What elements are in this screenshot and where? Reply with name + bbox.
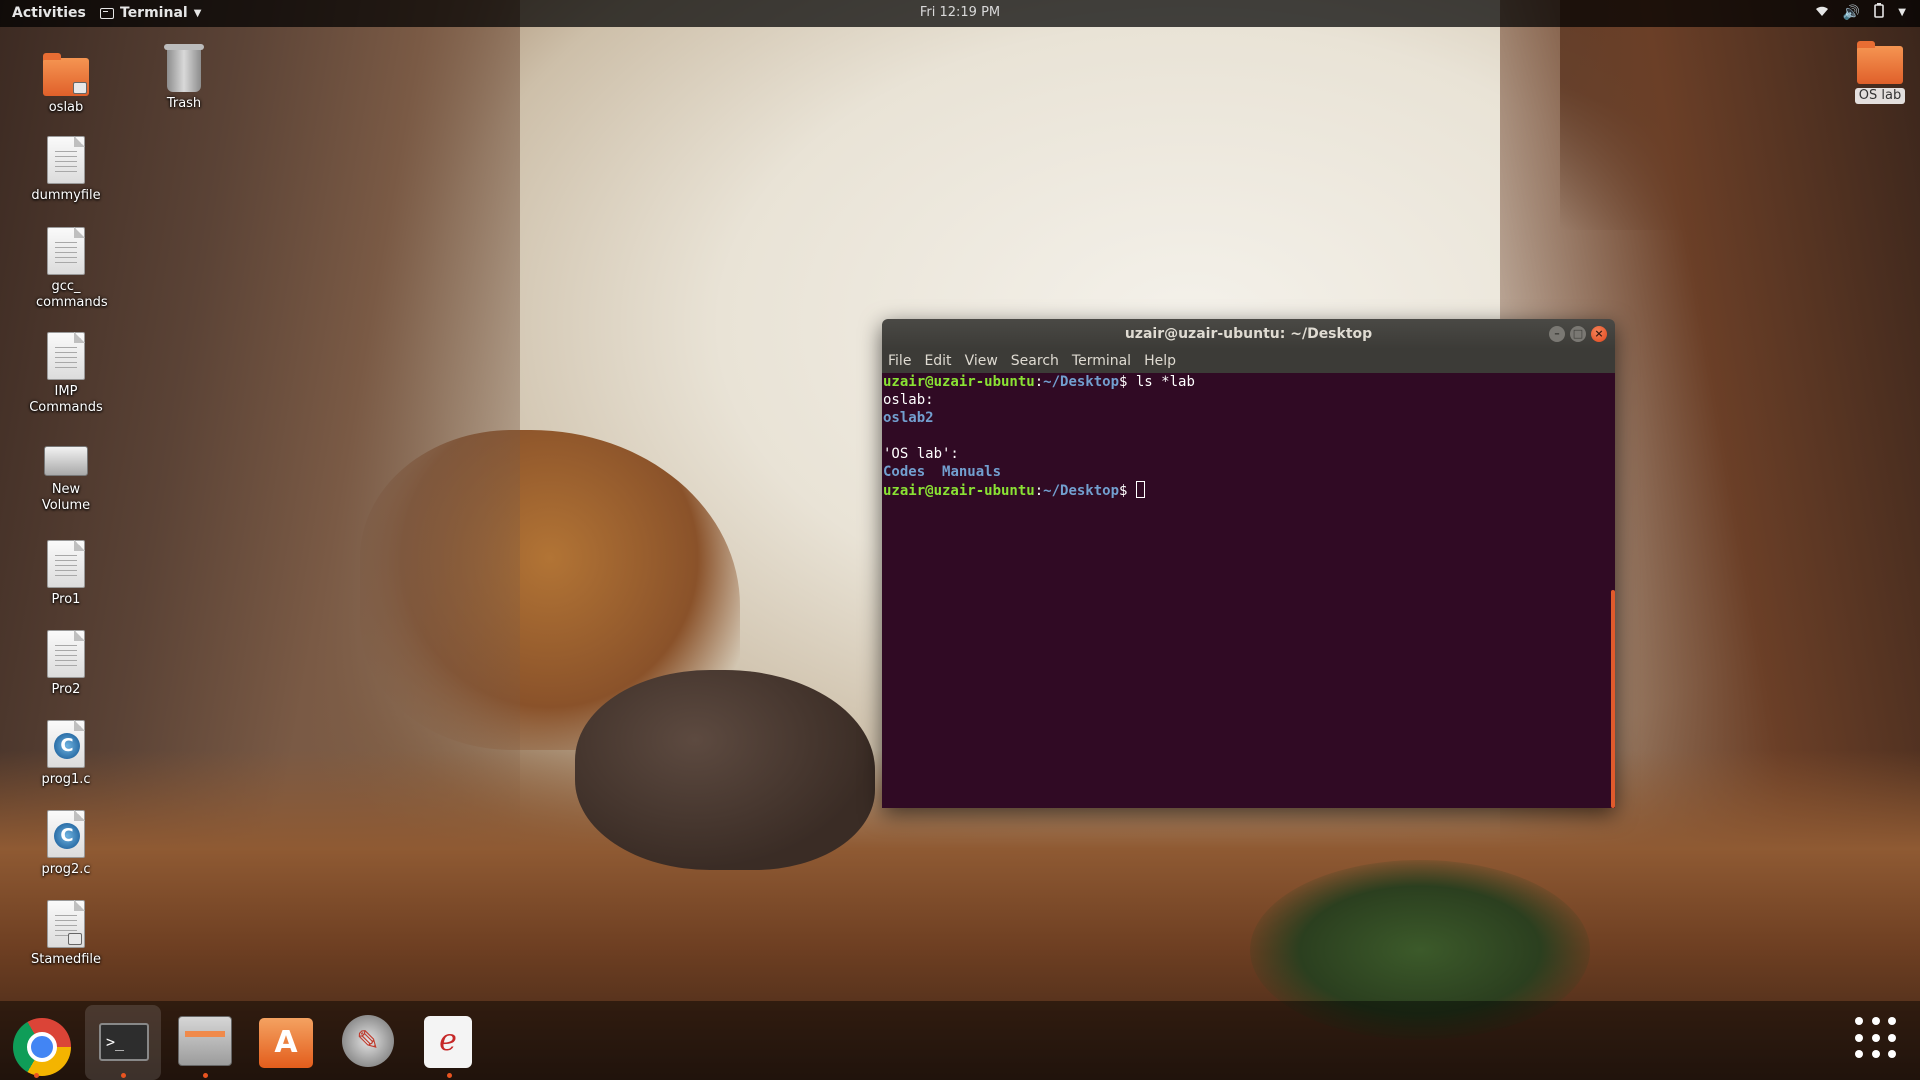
chrome-icon bbox=[13, 1018, 71, 1076]
desktop-icon-pro2[interactable]: Pro2 bbox=[11, 630, 121, 698]
terminal-prompt-line[interactable]: uzair@uzair-ubuntu:~/Desktop$ bbox=[883, 481, 1615, 499]
activities-button[interactable]: Activities bbox=[12, 5, 86, 21]
document-icon bbox=[47, 227, 85, 275]
volume-icon: 🔊 bbox=[1842, 4, 1861, 21]
desktop-icon-new-volume[interactable]: New Volume bbox=[11, 432, 121, 514]
lock-icon bbox=[73, 82, 87, 94]
desktop-icon-label: New Volume bbox=[41, 482, 91, 513]
desktop-icon-label: Pro2 bbox=[51, 682, 81, 697]
folder-icon bbox=[1857, 41, 1903, 84]
desktop-icon-label: dummyfile bbox=[31, 188, 101, 203]
status-menu[interactable]: 🔊 ▼ bbox=[1815, 3, 1906, 22]
chevron-down-icon: ▼ bbox=[1898, 7, 1906, 18]
document-icon bbox=[47, 900, 85, 948]
app-menu[interactable]: Terminal ▼ bbox=[100, 5, 201, 21]
terminal-line: oslab2 bbox=[883, 410, 934, 426]
desktop-icon-os-lab[interactable]: OS lab bbox=[1825, 40, 1920, 104]
desktop-icon-label: gcc_ commands bbox=[36, 279, 108, 310]
terminal-line: uzair@uzair-ubuntu:~/Desktop$ ls *lab bbox=[883, 374, 1195, 390]
desktop-icon-label: oslab bbox=[48, 100, 84, 115]
desktop-icon-label: Trash bbox=[166, 96, 202, 111]
text-cursor bbox=[1135, 481, 1145, 498]
document-viewer-icon: e bbox=[424, 1016, 472, 1068]
software-center-icon: A bbox=[259, 1018, 313, 1068]
desktop-icon-oslab[interactable]: oslab bbox=[11, 52, 121, 116]
desktop-icon-label: prog1.c bbox=[41, 772, 91, 787]
desktop-icon-label: Stamedfile bbox=[30, 952, 102, 967]
document-icon bbox=[47, 332, 85, 380]
desktop-icon-gcc-commands[interactable]: gcc_ commands bbox=[11, 227, 121, 311]
terminal-scrollbar[interactable] bbox=[1611, 590, 1615, 808]
menu-file[interactable]: File bbox=[888, 353, 911, 369]
desktop-icon-stamedfile[interactable]: Stamedfile bbox=[11, 900, 121, 968]
desktop-icon-imp-commands[interactable]: IMP Commands bbox=[11, 332, 121, 416]
menu-edit[interactable]: Edit bbox=[924, 353, 951, 369]
show-apps-icon[interactable] bbox=[1855, 1017, 1899, 1061]
chevron-down-icon: ▼ bbox=[193, 7, 202, 19]
window-title: uzair@uzair-ubuntu: ~/Desktop bbox=[1124, 326, 1373, 342]
folder-icon bbox=[43, 53, 89, 96]
terminal-menubar: File Edit View Search Terminal Help bbox=[882, 349, 1615, 373]
lock-icon bbox=[68, 933, 82, 945]
dock-settings[interactable]: ✎ bbox=[337, 1010, 399, 1072]
dock-files[interactable] bbox=[174, 1010, 236, 1078]
terminal-line: Codes Manuals bbox=[883, 464, 1002, 480]
menu-help[interactable]: Help bbox=[1144, 353, 1176, 369]
menu-view[interactable]: View bbox=[965, 353, 998, 369]
c-source-icon: C bbox=[47, 810, 85, 858]
minimize-button[interactable]: – bbox=[1549, 326, 1565, 342]
terminal-line: 'OS lab': bbox=[883, 446, 959, 462]
dock-software-center[interactable]: A bbox=[255, 1010, 317, 1072]
document-icon bbox=[47, 540, 85, 588]
files-icon bbox=[178, 1016, 232, 1066]
desktop-icon-dummyfile[interactable]: dummyfile bbox=[11, 136, 121, 204]
terminal-line: oslab: bbox=[883, 392, 934, 408]
desktop-icon-label: Pro1 bbox=[51, 592, 81, 607]
document-icon bbox=[47, 630, 85, 678]
desktop-icon-label: prog2.c bbox=[41, 862, 91, 877]
terminal-output[interactable]: uzair@uzair-ubuntu:~/Desktop$ ls *lab os… bbox=[882, 373, 1615, 808]
desktop-icon-label: OS lab bbox=[1854, 88, 1906, 104]
trash-icon bbox=[164, 44, 204, 92]
desktop-icon-pro1[interactable]: Pro1 bbox=[11, 540, 121, 608]
dock-chrome[interactable] bbox=[5, 1010, 71, 1078]
desktop-icon-trash[interactable]: Trash bbox=[129, 44, 239, 112]
terminal-command: ls *lab bbox=[1135, 374, 1195, 390]
maximize-button[interactable]: □ bbox=[1570, 326, 1586, 342]
menu-terminal[interactable]: Terminal bbox=[1072, 353, 1131, 369]
dock-document-viewer[interactable]: e bbox=[418, 1010, 480, 1078]
window-titlebar[interactable]: uzair@uzair-ubuntu: ~/Desktop – □ × bbox=[882, 319, 1615, 349]
terminal-window[interactable]: uzair@uzair-ubuntu: ~/Desktop – □ × File… bbox=[882, 319, 1615, 808]
wifi-icon bbox=[1815, 5, 1829, 21]
desktop-icon-prog2-c[interactable]: C prog2.c bbox=[11, 810, 121, 878]
desktop-icon-prog1-c[interactable]: C prog1.c bbox=[11, 720, 121, 788]
close-button[interactable]: × bbox=[1591, 326, 1607, 342]
top-bar: Activities Terminal ▼ Fri 12:19 PM 🔊 ▼ bbox=[0, 0, 1920, 27]
settings-icon: ✎ bbox=[342, 1015, 394, 1067]
desktop-icon-label: IMP Commands bbox=[29, 384, 103, 415]
clock[interactable]: Fri 12:19 PM bbox=[0, 5, 1920, 20]
battery-icon bbox=[1874, 3, 1885, 22]
dock: >_ A ✎ e bbox=[0, 1001, 1920, 1080]
c-source-icon: C bbox=[47, 720, 85, 768]
terminal-icon bbox=[100, 7, 114, 19]
dock-terminal[interactable]: >_ bbox=[85, 1005, 161, 1080]
app-menu-label: Terminal bbox=[120, 5, 188, 21]
document-icon bbox=[47, 136, 85, 184]
menu-search[interactable]: Search bbox=[1011, 353, 1059, 369]
drive-icon bbox=[44, 446, 88, 476]
terminal-icon: >_ bbox=[99, 1023, 149, 1061]
